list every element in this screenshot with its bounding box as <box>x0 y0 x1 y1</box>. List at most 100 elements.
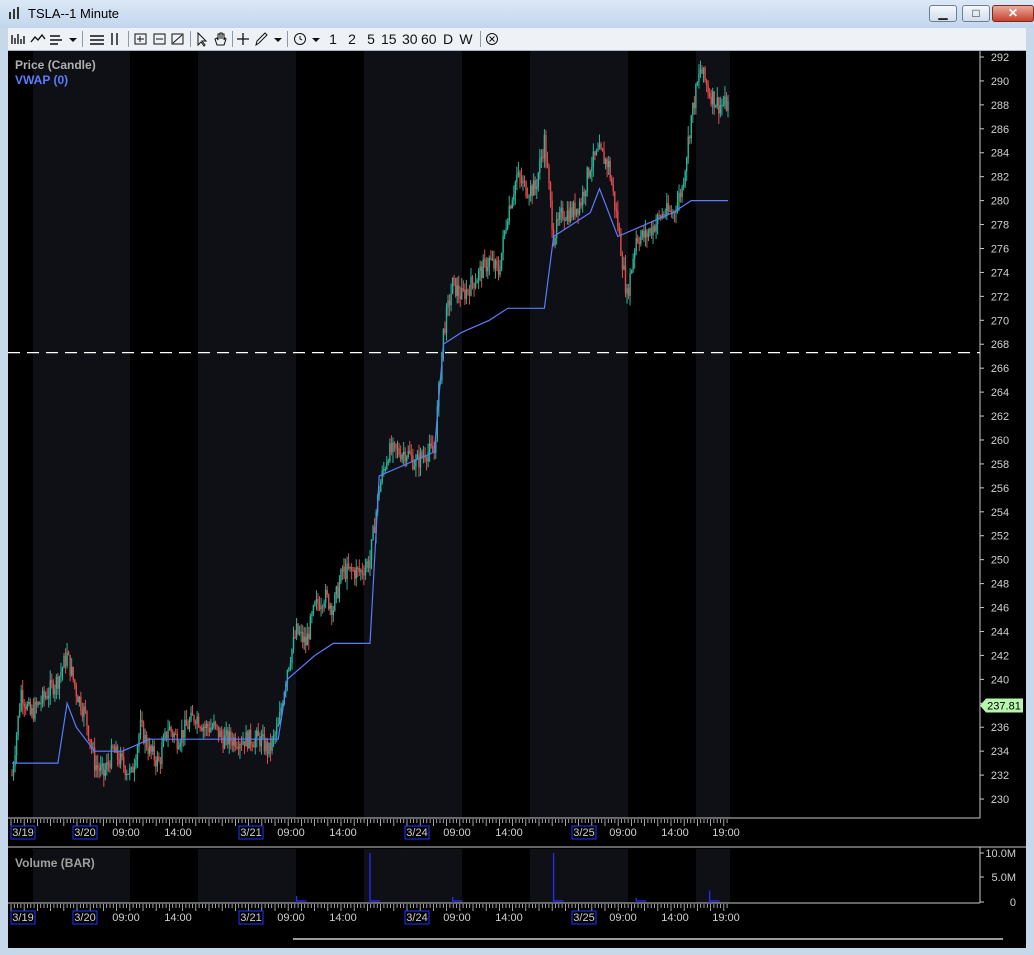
close-button[interactable]: ✕ <box>992 5 1034 22</box>
hand-icon[interactable] <box>212 30 228 48</box>
candle-body <box>280 707 282 712</box>
candle-body <box>485 259 487 272</box>
vwap-indicator-label: VWAP (0) <box>15 73 68 87</box>
session-band <box>696 849 730 903</box>
candle-body <box>357 567 359 569</box>
candle-body <box>173 733 175 737</box>
candle-body <box>77 696 79 703</box>
chart-area[interactable]: 292 290 288 286 284 282 280 278 276 274 272 270 268 2… <box>8 51 1026 948</box>
candle-body <box>727 101 729 111</box>
candle-body <box>95 765 97 771</box>
candle-body <box>543 135 546 159</box>
y-tick-label: 230 <box>991 794 1009 806</box>
candle-body <box>315 598 318 602</box>
candle-body <box>361 570 364 574</box>
chart-canvas[interactable]: 292 290 288 286 284 282 280 278 276 274 272 270 268 2… <box>8 51 1026 948</box>
candle-body <box>609 160 611 179</box>
candle-body <box>179 743 181 747</box>
y-tick-label: 242 <box>991 650 1009 662</box>
toolbar-divider <box>287 31 288 47</box>
candle-body <box>387 461 390 463</box>
candle-body <box>32 708 35 720</box>
candle-body <box>72 667 74 680</box>
indicator-icon[interactable] <box>48 30 66 48</box>
maximize-button[interactable]: □ <box>962 5 990 22</box>
candle-body <box>575 208 578 216</box>
candle-body <box>499 269 501 275</box>
candle-body <box>124 766 126 776</box>
candle-body <box>190 712 192 721</box>
candle-body <box>615 209 618 212</box>
candle-body <box>563 218 565 221</box>
candle-body <box>536 186 538 190</box>
candle-body <box>41 690 44 703</box>
candle-body <box>156 756 159 767</box>
period-30-button[interactable]: 30 <box>402 30 418 48</box>
candle-body <box>225 730 227 736</box>
candle-body <box>637 238 639 242</box>
candle-body <box>373 526 376 534</box>
period-day-button[interactable]: D <box>441 30 455 48</box>
period-week-button[interactable]: W <box>459 30 473 48</box>
cancel-circle-icon[interactable] <box>484 30 500 48</box>
chevron-down-icon[interactable] <box>309 30 323 48</box>
candle-body <box>311 614 313 617</box>
candle-body <box>67 652 70 656</box>
period-60-button[interactable]: 60 <box>421 30 437 48</box>
candle-body <box>372 526 374 540</box>
candle-body <box>170 727 172 732</box>
clock-icon[interactable] <box>292 30 308 48</box>
candle-body <box>334 594 336 611</box>
candle-body <box>106 762 108 771</box>
candle-body <box>127 773 129 775</box>
candle-body <box>666 203 668 215</box>
candle-body <box>617 211 619 228</box>
crosshair-icon[interactable] <box>236 30 250 48</box>
zoom-out-icon[interactable] <box>152 30 168 48</box>
vertical-lines-icon[interactable] <box>108 30 122 48</box>
bar-chart-icon[interactable] <box>10 30 28 48</box>
candle-body <box>630 270 633 274</box>
zoom-in-icon[interactable] <box>133 30 149 48</box>
candle-body <box>96 765 99 768</box>
y-tick-label: 240 <box>991 674 1009 686</box>
candle-body <box>716 97 718 106</box>
candle-body <box>158 756 160 762</box>
pointer-icon[interactable] <box>195 30 209 48</box>
candle-body <box>482 259 484 279</box>
candle-body <box>689 136 691 138</box>
y-tick-label: 288 <box>991 100 1009 112</box>
candle-body <box>251 744 253 747</box>
toolbar-divider <box>82 31 83 47</box>
period-2-button[interactable]: 2 <box>345 30 359 48</box>
chevron-down-icon[interactable] <box>66 30 80 48</box>
candle-body <box>638 241 640 244</box>
candle-body <box>219 730 221 738</box>
line-chart-icon[interactable] <box>29 30 47 48</box>
candle-body <box>349 566 351 569</box>
candle-body <box>202 726 204 731</box>
horizontal-lines-icon[interactable] <box>88 30 106 48</box>
volume-x-axis-label: 09:00 <box>112 912 140 924</box>
candle-body <box>86 711 88 726</box>
candle-body <box>139 719 142 736</box>
candle-body <box>181 729 183 744</box>
session-band <box>198 849 296 903</box>
candle-body <box>506 221 509 229</box>
toolbar-divider <box>128 31 129 47</box>
candle-body <box>363 573 365 576</box>
zoom-fit-icon[interactable] <box>170 30 186 48</box>
period-15-button[interactable]: 15 <box>381 30 397 48</box>
period-5-button[interactable]: 5 <box>364 30 378 48</box>
candle-body <box>213 721 215 728</box>
candle-body <box>607 160 610 168</box>
candle-body <box>497 265 500 275</box>
candle-body <box>421 451 423 457</box>
minimize-button[interactable]: ▁ <box>929 5 957 22</box>
pencil-icon[interactable] <box>253 30 269 48</box>
y-tick-label: 264 <box>991 387 1009 399</box>
candle-body <box>191 712 194 716</box>
period-1-button[interactable]: 1 <box>326 30 340 48</box>
candle-body <box>432 446 434 452</box>
chevron-down-icon[interactable] <box>271 30 285 48</box>
